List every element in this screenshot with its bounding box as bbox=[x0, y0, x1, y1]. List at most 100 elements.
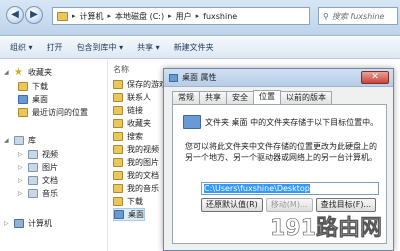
list-item[interactable]: 我的图片 bbox=[113, 156, 159, 169]
sidebar-item-downloads[interactable]: 下载 bbox=[18, 80, 48, 93]
location-path-input[interactable]: C:\Users\fuxshine\Desktop bbox=[201, 182, 379, 195]
location-description: 您可以将此文件夹中文件存储的位置更改为此硬盘上的另一个地方、另一个驱动器或网络上… bbox=[185, 142, 377, 162]
search-placeholder: 搜索 fuxshine bbox=[331, 11, 385, 21]
list-item[interactable]: 我的文档 bbox=[113, 169, 159, 182]
sidebar-item-label: 图片 bbox=[42, 163, 58, 172]
folder-icon bbox=[113, 158, 123, 167]
sidebar-item-favorites[interactable]: ◢ ★ 收藏夹 bbox=[4, 66, 52, 79]
expand-icon: ▷ bbox=[18, 190, 23, 197]
list-item-label: 下载 bbox=[127, 197, 143, 206]
sidebar-item-libraries[interactable]: ◢ 库 bbox=[4, 134, 36, 147]
sidebar-item-label: 计算机 bbox=[28, 219, 52, 228]
dialog-title: 桌面 属性 bbox=[182, 73, 217, 82]
address-input[interactable]: ▸ 计算机 ▸ 本地磁盘 (C:) ▸ 用户 ▸ fuxshine bbox=[52, 7, 310, 25]
forward-button[interactable]: ▶ bbox=[25, 6, 43, 24]
chevron-right-icon: ▸ bbox=[195, 12, 200, 20]
breadcrumb-drive[interactable]: 本地磁盘 (C:) bbox=[115, 11, 164, 22]
sidebar-item-pictures[interactable]: ▷ 图片 bbox=[18, 161, 58, 174]
list-item[interactable]: 搜索 bbox=[113, 130, 143, 143]
folder-icon bbox=[113, 132, 123, 141]
address-bar-area: ◀ ▶ ▸ 计算机 ▸ 本地磁盘 (C:) ▸ 用户 ▸ fuxshine ⚲ … bbox=[0, 0, 400, 36]
location-summary: 文件夹 桌面 中的文件夹存储于以下目标位置中。 bbox=[205, 118, 379, 127]
command-bar: 组织 ▾ 打开 包含到库中 ▾ 共享 ▾ 新建文件夹 bbox=[0, 37, 400, 59]
folder-icon bbox=[113, 145, 123, 154]
folder-icon bbox=[113, 197, 123, 206]
sidebar-item-label: 桌面 bbox=[32, 95, 48, 104]
sidebar-item-computer[interactable]: ▷ 计算机 bbox=[4, 217, 52, 230]
desktop-icon bbox=[18, 95, 28, 104]
tab-strip: 常规 共享 安全 位置 以前的版本 bbox=[172, 90, 332, 104]
list-item-label: 我的视频 bbox=[127, 145, 159, 154]
list-item-selected[interactable]: 桌面 bbox=[113, 208, 145, 221]
tab-previous-versions[interactable]: 以前的版本 bbox=[280, 91, 332, 104]
sidebar-item-documents[interactable]: ▷ 文档 bbox=[18, 174, 58, 187]
restore-default-button[interactable]: 还原默认值(R) bbox=[201, 198, 263, 212]
navigation-pane: ◢ ★ 收藏夹 下载 桌面 最近访问的位置 ◢ 库 ▷ 视频 ▷ 图片 ▷ 文档… bbox=[0, 60, 108, 251]
sidebar-item-label: 文档 bbox=[42, 176, 58, 185]
share-button[interactable]: 共享 ▾ bbox=[137, 42, 160, 53]
list-item[interactable]: 链接 bbox=[113, 104, 143, 117]
sidebar-item-videos[interactable]: ▷ 视频 bbox=[18, 148, 58, 161]
breadcrumb-user[interactable]: fuxshine bbox=[203, 12, 237, 21]
sidebar-item-label: 下载 bbox=[32, 82, 48, 91]
list-item-label: 联系人 bbox=[127, 93, 151, 102]
video-library-icon bbox=[28, 150, 38, 159]
breadcrumb-computer[interactable]: 计算机 bbox=[80, 11, 104, 22]
column-header-name[interactable]: 名称 bbox=[113, 64, 129, 75]
search-input[interactable]: ⚲ 搜索 fuxshine bbox=[318, 7, 398, 25]
sidebar-item-label: 收藏夹 bbox=[28, 68, 52, 77]
sidebar-item-music[interactable]: ▷ 音乐 bbox=[18, 187, 58, 200]
folder-icon bbox=[113, 93, 123, 102]
list-item[interactable]: 我的音乐 bbox=[113, 182, 159, 195]
dialog-title-bar[interactable]: 桌面 属性 bbox=[164, 69, 393, 87]
expand-icon: ▷ bbox=[18, 177, 23, 184]
watermark: 191路由网 bbox=[270, 210, 383, 242]
expand-icon: ▷ bbox=[18, 151, 23, 158]
sidebar-item-label: 音乐 bbox=[42, 189, 58, 198]
tab-location[interactable]: 位置 bbox=[253, 90, 281, 104]
expand-icon: ◢ bbox=[4, 69, 9, 76]
desktop-icon bbox=[114, 210, 124, 219]
sidebar-item-label: 库 bbox=[28, 136, 36, 145]
location-path-text: C:\Users\fuxshine\Desktop bbox=[204, 184, 310, 193]
tab-sharing[interactable]: 共享 bbox=[199, 91, 227, 104]
list-item[interactable]: 保存的游戏 bbox=[113, 78, 167, 91]
watermark-text: 路由网 bbox=[315, 216, 383, 242]
sidebar-item-recent[interactable]: 最近访问的位置 bbox=[18, 106, 88, 119]
list-item-label: 我的音乐 bbox=[127, 184, 159, 193]
list-item[interactable]: 联系人 bbox=[113, 91, 151, 104]
list-item-label: 收藏夹 bbox=[127, 119, 151, 128]
chevron-right-icon: ▸ bbox=[72, 12, 76, 20]
list-item-label: 搜索 bbox=[127, 132, 143, 141]
tab-security[interactable]: 安全 bbox=[226, 91, 254, 104]
tab-general[interactable]: 常规 bbox=[172, 91, 200, 104]
list-item-label: 桌面 bbox=[128, 210, 144, 219]
library-icon bbox=[14, 136, 24, 145]
new-folder-button[interactable]: 新建文件夹 bbox=[174, 42, 214, 53]
list-item[interactable]: 收藏夹 bbox=[113, 117, 151, 130]
star-icon: ★ bbox=[14, 67, 23, 78]
organize-button[interactable]: 组织 ▾ bbox=[10, 42, 33, 53]
recent-places-icon bbox=[18, 108, 28, 117]
document-library-icon bbox=[28, 176, 38, 185]
computer-icon bbox=[14, 219, 24, 228]
close-button[interactable]: ✕ bbox=[361, 71, 389, 84]
back-button[interactable]: ◀ bbox=[6, 6, 24, 24]
sidebar-item-desktop[interactable]: 桌面 bbox=[18, 93, 48, 106]
search-icon: ⚲ bbox=[323, 11, 329, 21]
list-item[interactable]: 下载 bbox=[113, 195, 143, 208]
list-item-label: 保存的游戏 bbox=[127, 80, 167, 89]
sidebar-item-label: 最近访问的位置 bbox=[32, 108, 88, 117]
list-item[interactable]: 我的视频 bbox=[113, 143, 159, 156]
watermark-number: 191 bbox=[270, 216, 317, 242]
expand-icon: ◢ bbox=[4, 137, 9, 144]
expand-icon: ▷ bbox=[18, 164, 23, 171]
breadcrumb-users[interactable]: 用户 bbox=[176, 11, 192, 22]
sidebar-item-label: 视频 bbox=[42, 150, 58, 159]
chevron-right-icon: ▸ bbox=[107, 12, 112, 20]
folder-icon bbox=[113, 184, 123, 193]
folder-icon bbox=[113, 171, 123, 180]
open-button[interactable]: 打开 bbox=[47, 42, 63, 53]
include-in-library-button[interactable]: 包含到库中 ▾ bbox=[77, 42, 124, 53]
download-folder-icon bbox=[18, 82, 28, 91]
